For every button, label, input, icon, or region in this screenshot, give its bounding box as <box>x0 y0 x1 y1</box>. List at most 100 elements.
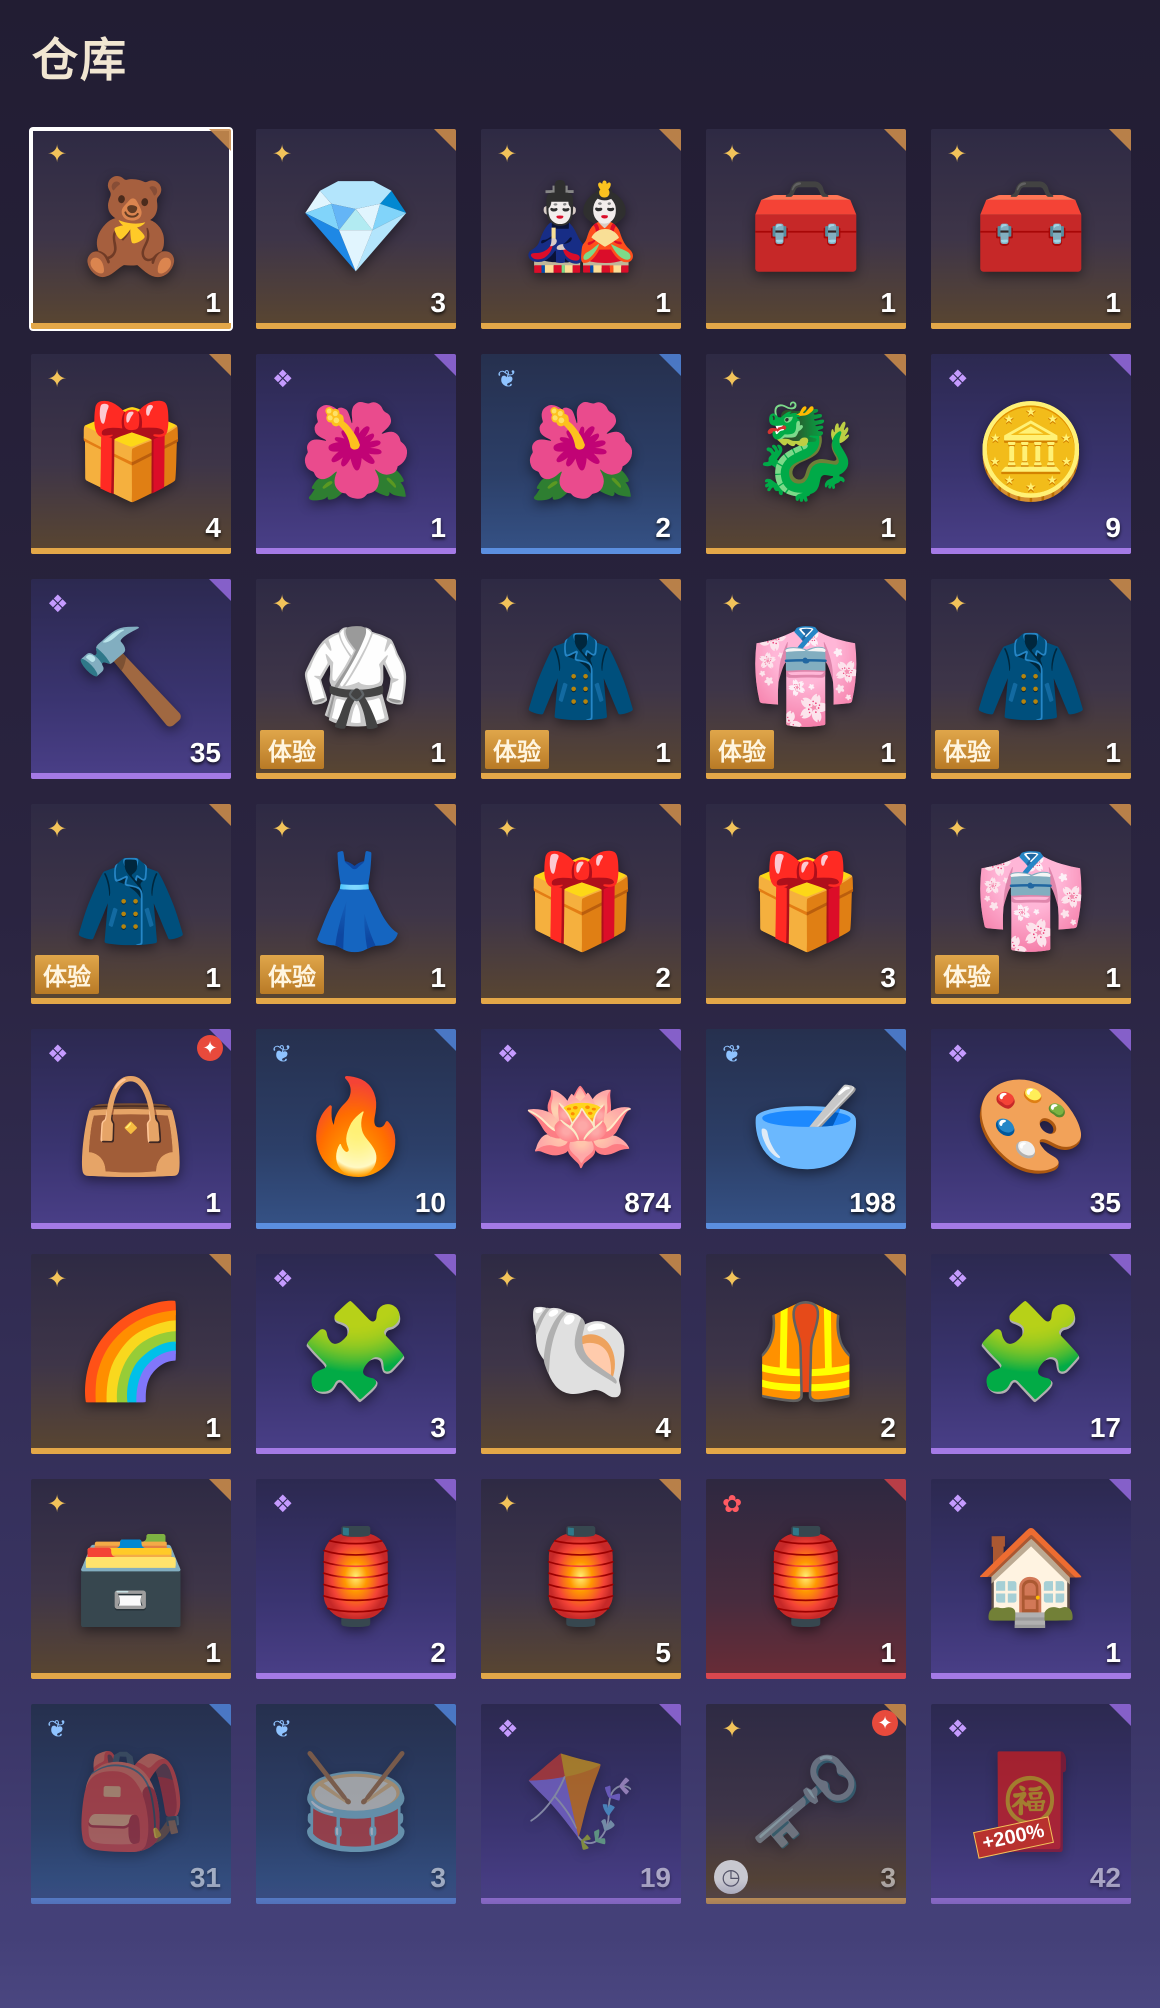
inventory-slot[interactable]: ✦ 🎎 1 <box>481 129 681 329</box>
item-icon: 🌈 <box>73 1301 189 1403</box>
rarity-bar <box>706 323 906 329</box>
slot-corner-marker <box>659 354 681 376</box>
inventory-slot[interactable]: ❖ 🪙 9 <box>931 354 1131 554</box>
inventory-slot[interactable]: ✦ 👗 体验 1 <box>256 804 456 1004</box>
rarity-purple-icon: ❖ <box>497 1041 519 1068</box>
item-quantity: 1 <box>655 287 671 318</box>
item-icon: 🧸 <box>73 176 189 278</box>
item-quantity: 1 <box>655 737 671 768</box>
inventory-slot[interactable]: ✦ 🎁 2 <box>481 804 681 1004</box>
rarity-red-icon: ✿ <box>722 1491 743 1518</box>
item-quantity: 2 <box>880 1412 896 1443</box>
inventory-slot[interactable]: ✦ 🌈 1 <box>31 1254 231 1454</box>
rarity-blue-icon: ❦ <box>497 366 518 393</box>
item-quantity: 198 <box>849 1187 896 1218</box>
rarity-bar <box>256 1673 456 1679</box>
inventory-slot[interactable]: ✦ 👘 体验 1 <box>931 804 1131 1004</box>
rarity-purple-icon: ❖ <box>497 1716 519 1743</box>
inventory-slot[interactable]: ✦ 🧥 体验 1 <box>31 804 231 1004</box>
item-icon: 💎 <box>298 176 414 278</box>
rarity-bar <box>481 548 681 554</box>
item-icon: 👜 <box>73 1076 189 1178</box>
item-quantity: 17 <box>1089 1412 1121 1443</box>
item-icon: 👗 <box>298 851 414 953</box>
inventory-slot[interactable]: ✦ 🦺 2 <box>706 1254 906 1454</box>
slot-corner-marker <box>1109 1479 1131 1501</box>
item-quantity: 1 <box>880 287 896 318</box>
inventory-slot[interactable]: ✦ 🧰 1 <box>706 129 906 329</box>
slot-corner-marker <box>434 129 456 151</box>
inventory-slot[interactable]: ❖ 👜 ✦ 1 <box>31 1029 231 1229</box>
rarity-bar <box>481 1223 681 1229</box>
rarity-bar <box>256 773 456 779</box>
inventory-slot[interactable]: ❖ 🌺 1 <box>256 354 456 554</box>
rarity-blue-icon: ❦ <box>722 1041 743 1068</box>
rarity-purple-icon: ❖ <box>947 366 969 393</box>
inventory-slot[interactable]: ❖ 🏮 2 <box>256 1479 456 1679</box>
inventory-slot[interactable]: ❖ 🧧 +200% 42 <box>931 1704 1131 1904</box>
inventory-slot[interactable]: ✦ 🎁 4 <box>31 354 231 554</box>
inventory-slot[interactable]: ❦ 🥣 198 <box>706 1029 906 1229</box>
item-icon: 🎁 <box>748 851 864 953</box>
slot-corner-marker <box>659 129 681 151</box>
item-quantity: 1 <box>880 1637 896 1668</box>
item-quantity: 35 <box>1089 1187 1121 1218</box>
rarity-purple-icon: ❖ <box>272 366 294 393</box>
inventory-slot[interactable]: ❖ 🧩 17 <box>931 1254 1131 1454</box>
rarity-purple-icon: ❖ <box>47 591 69 618</box>
inventory-slot[interactable]: ✦ 💎 3 <box>256 129 456 329</box>
inventory-slot[interactable]: ✦ 🏮 5 <box>481 1479 681 1679</box>
inventory-slot[interactable]: ✦ 🐚 4 <box>481 1254 681 1454</box>
inventory-slot[interactable]: ✦ 🧰 1 <box>931 129 1131 329</box>
item-quantity: 10 <box>414 1187 446 1218</box>
inventory-slot[interactable]: ✦ 🗝️ ✦ ◷ 3 <box>706 1704 906 1904</box>
inventory-slot[interactable]: ❖ 🧩 3 <box>256 1254 456 1454</box>
inventory-slot[interactable]: ✦ 🧸 1 <box>29 127 233 331</box>
page-title: 仓库 <box>32 34 128 86</box>
inventory-slot[interactable]: ❦ 🌺 2 <box>481 354 681 554</box>
item-icon: 🔥 <box>298 1076 414 1178</box>
rarity-blue-icon: ❦ <box>272 1041 293 1068</box>
item-quantity: 1 <box>430 512 446 543</box>
slot-corner-marker <box>659 1704 681 1726</box>
inventory-slot[interactable]: ❦ 🔥 10 <box>256 1029 456 1229</box>
slot-corner-marker <box>434 804 456 826</box>
rarity-gold-icon: ✦ <box>947 816 968 843</box>
inventory-slot[interactable]: ✦ 🥋 体验 1 <box>256 579 456 779</box>
inventory-slot[interactable]: ✦ 🎁 3 <box>706 804 906 1004</box>
rarity-bar <box>481 323 681 329</box>
inventory-slot[interactable]: ❦ 🥁 3 <box>256 1704 456 1904</box>
item-icon: 🔨 <box>73 626 189 728</box>
rarity-gold-icon: ✦ <box>497 816 518 843</box>
rarity-gold-icon: ✦ <box>722 1266 743 1293</box>
rarity-bar <box>31 323 231 329</box>
rarity-gold-icon: ✦ <box>272 141 293 168</box>
slot-corner-marker <box>1109 1704 1131 1726</box>
slot-corner-marker <box>434 1704 456 1726</box>
item-icon: 🥋 <box>298 626 414 728</box>
item-quantity: 9 <box>1105 512 1121 543</box>
inventory-slot[interactable]: ❖ 🎨 35 <box>931 1029 1131 1229</box>
rarity-bar <box>931 1673 1131 1679</box>
trial-tag: 体验 <box>260 955 324 994</box>
rarity-purple-icon: ❖ <box>947 1266 969 1293</box>
inventory-slot[interactable]: ✦ 🧥 体验 1 <box>931 579 1131 779</box>
rarity-gold-icon: ✦ <box>722 816 743 843</box>
item-icon: 🧰 <box>748 176 864 278</box>
inventory-slot[interactable]: ✦ 👘 体验 1 <box>706 579 906 779</box>
inventory-slot[interactable]: ❖ 🪁 19 <box>481 1704 681 1904</box>
inventory-slot[interactable]: ❦ 🎒 31 <box>31 1704 231 1904</box>
inventory-slot[interactable]: ❖ 🪷 874 <box>481 1029 681 1229</box>
item-icon: 🏮 <box>523 1526 639 1628</box>
slot-corner-marker <box>1109 1029 1131 1051</box>
inventory-slot[interactable]: ✦ 🐉 1 <box>706 354 906 554</box>
item-icon: 🪷 <box>523 1076 639 1178</box>
rarity-bar <box>256 998 456 1004</box>
inventory-slot[interactable]: ✦ 🗃️ 1 <box>31 1479 231 1679</box>
inventory-slot[interactable]: ❖ 🏠 1 <box>931 1479 1131 1679</box>
slot-corner-marker <box>884 1254 906 1276</box>
item-icon: 🧰 <box>973 176 1089 278</box>
inventory-slot[interactable]: ✦ 🧥 体验 1 <box>481 579 681 779</box>
inventory-slot[interactable]: ❖ 🔨 35 <box>31 579 231 779</box>
inventory-slot[interactable]: ✿ 🏮 1 <box>706 1479 906 1679</box>
